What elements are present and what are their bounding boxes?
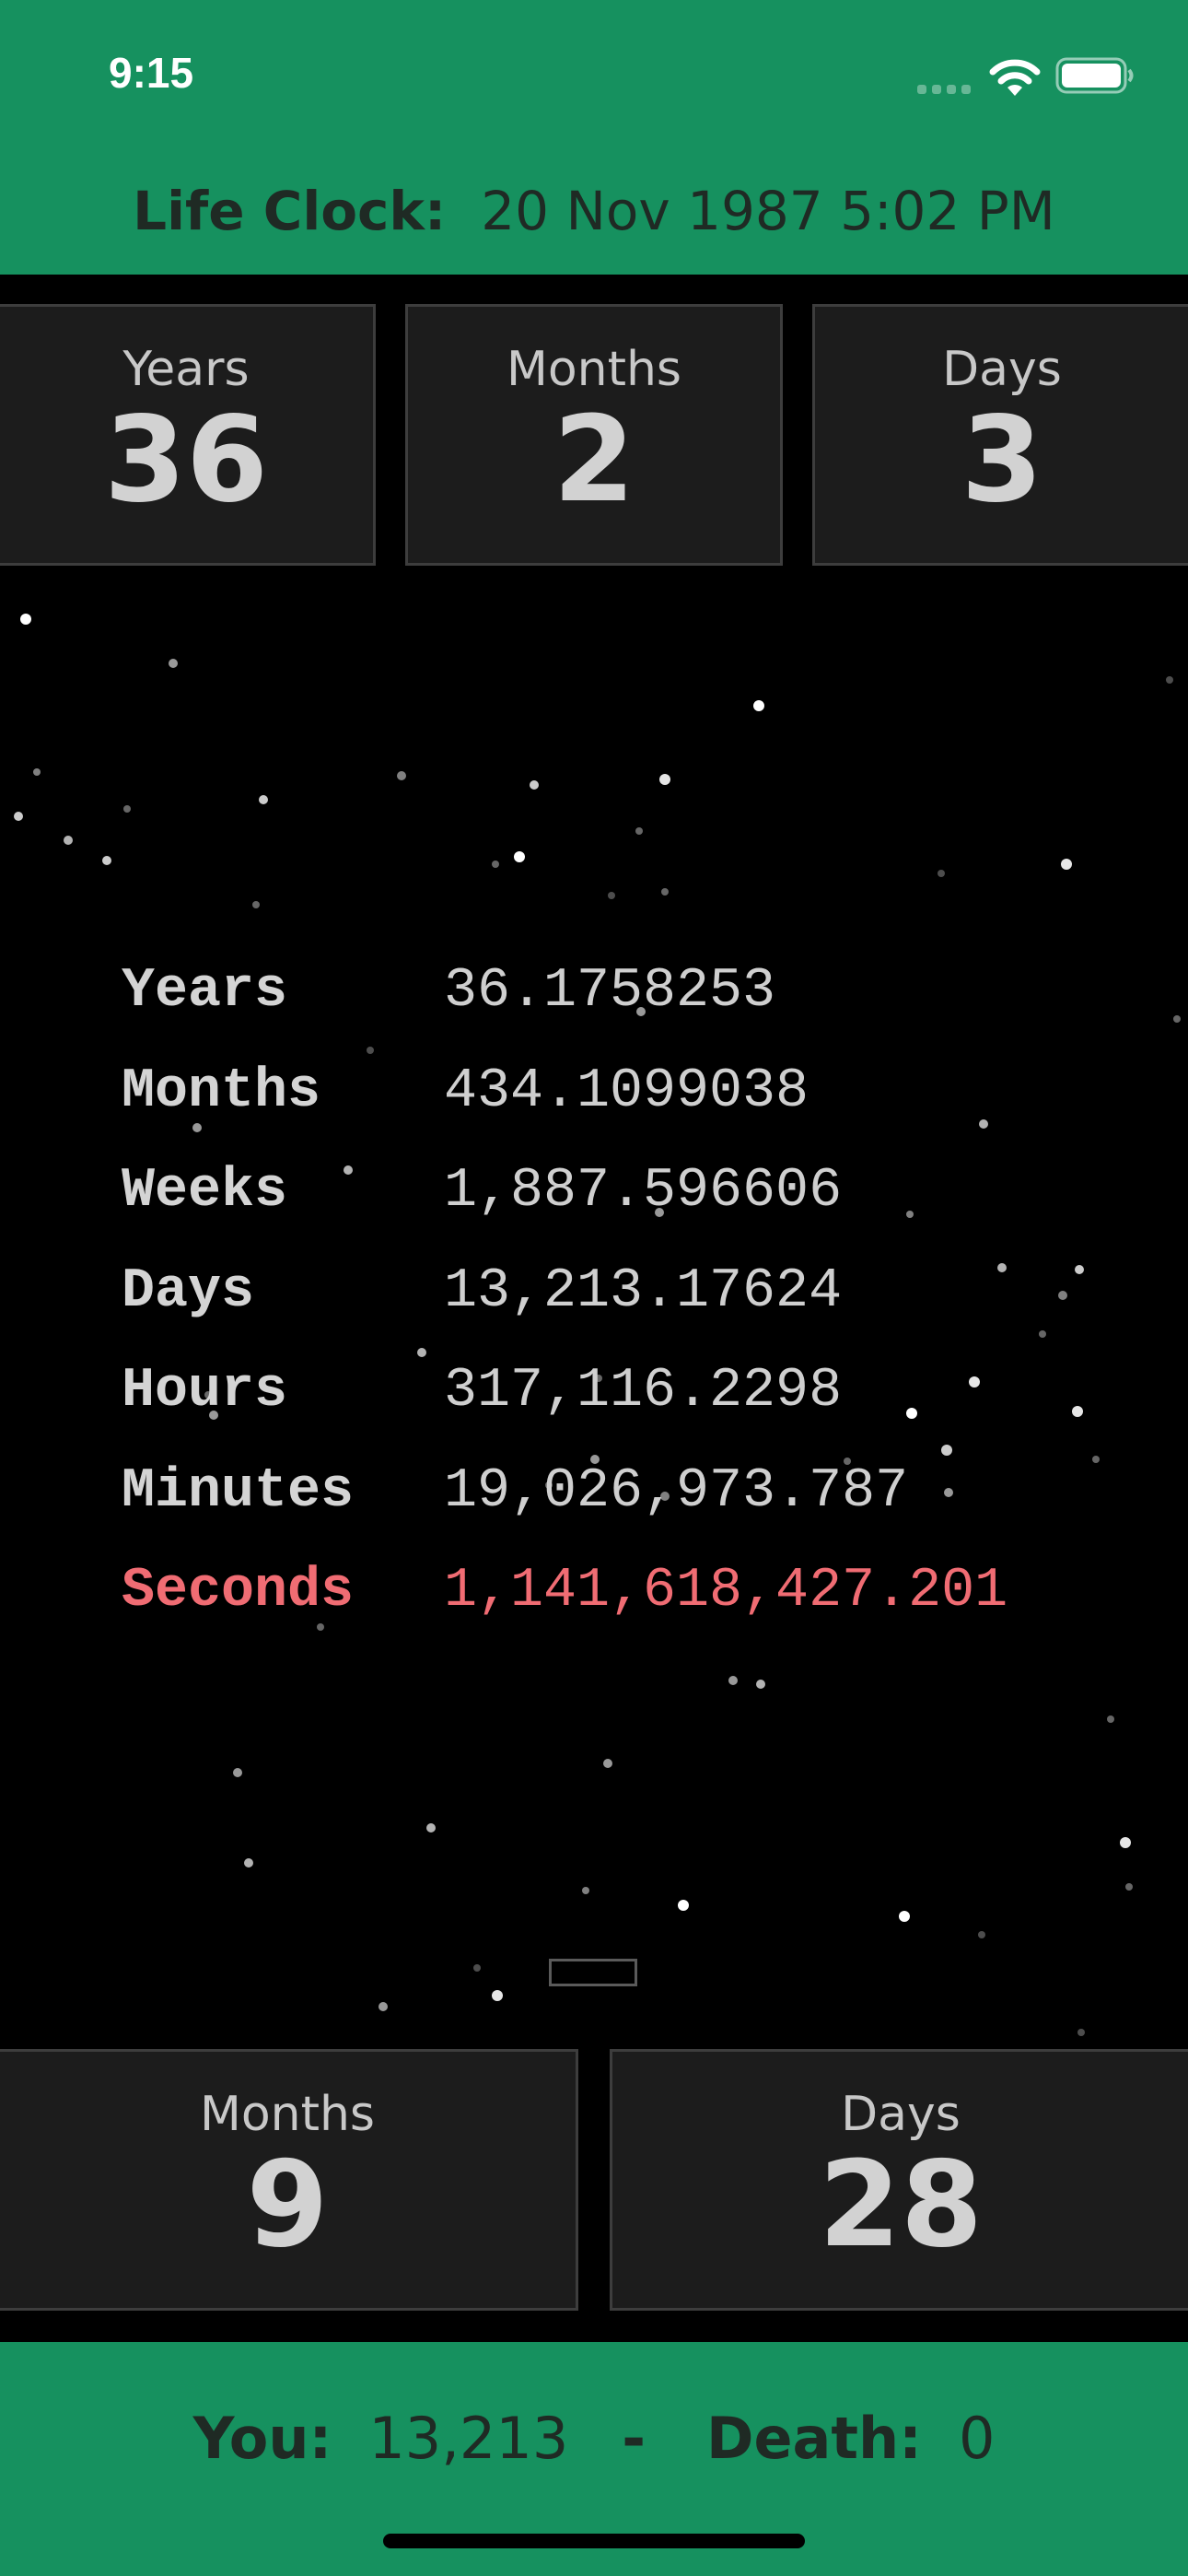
counter-row-months: Months 434.1099038	[122, 1042, 1007, 1142]
counter-label: Weeks	[122, 1160, 288, 1224]
stat-label: Days	[841, 2087, 961, 2142]
counter-value: 1,887.596606	[444, 1160, 843, 1224]
counter-value: 19,026,973.787	[444, 1459, 909, 1523]
home-indicator[interactable]	[383, 2534, 805, 2548]
stat-label: Days	[942, 342, 1062, 397]
stat-label: Years	[122, 342, 250, 397]
counter-row-years: Years 36.1758253	[122, 942, 1007, 1042]
death-value: 0	[958, 2405, 996, 2472]
stat-value: 36	[103, 392, 269, 529]
cellular-signal-icon	[917, 79, 973, 94]
wifi-icon	[989, 59, 1041, 96]
counter-value: 317,116.2298	[444, 1360, 843, 1423]
stat-label: Months	[506, 342, 682, 397]
birth-date[interactable]: 20 Nov 1987 5:02 PM	[481, 180, 1055, 242]
stat-days-remaining: Days 28	[610, 2049, 1188, 2311]
separator: -	[622, 2405, 646, 2472]
you-value: 13,213	[368, 2405, 569, 2472]
counter-label: Months	[122, 1060, 321, 1123]
stat-value: 3	[961, 392, 1043, 529]
counter-label: Days	[122, 1259, 255, 1323]
counter-value: 36.1758253	[444, 960, 776, 1024]
counter-label: Years	[122, 960, 288, 1024]
footer-summary: You: 13,213 - Death: 0	[0, 2405, 1188, 2472]
counter-row-weeks: Weeks 1,887.596606	[122, 1142, 1007, 1242]
life-clock-header: Life Clock: 20 Nov 1987 5:02 PM	[0, 147, 1188, 275]
header-label: Life Clock:	[133, 180, 447, 242]
counter-row-hours: Hours 317,116.2298	[122, 1341, 1007, 1442]
counter-label: Hours	[122, 1360, 288, 1423]
stat-value: 2	[553, 392, 635, 529]
stat-years: Years 36	[0, 304, 376, 566]
stat-label: Months	[199, 2087, 376, 2142]
counter-row-minutes: Minutes 19,026,973.787	[122, 1442, 1007, 1542]
stat-months: Months 2	[405, 304, 783, 566]
counter-label: Seconds	[122, 1560, 355, 1623]
battery-icon	[1055, 57, 1134, 94]
counter-label: Minutes	[122, 1459, 355, 1523]
counter-value: 1,141,618,427.201	[444, 1560, 1008, 1623]
stat-value: 28	[818, 2137, 984, 2274]
stat-months-remaining: Months 9	[0, 2049, 578, 2311]
counter-row-days: Days 13,213.17624	[122, 1242, 1007, 1342]
drag-handle[interactable]	[549, 1959, 637, 1986]
stat-value: 9	[246, 2137, 329, 2274]
status-time: 9:15	[109, 49, 194, 97]
status-bar: 9:15	[0, 0, 1188, 147]
stat-days: Days 3	[812, 304, 1188, 566]
life-counters: Years 36.1758253 Months 434.1099038 Week…	[122, 942, 1007, 1642]
counter-row-seconds: Seconds 1,141,618,427.201	[122, 1541, 1007, 1642]
counter-value: 434.1099038	[444, 1060, 809, 1123]
counter-value: 13,213.17624	[444, 1259, 843, 1323]
you-label: You:	[192, 2405, 332, 2472]
death-label: Death:	[706, 2405, 922, 2472]
